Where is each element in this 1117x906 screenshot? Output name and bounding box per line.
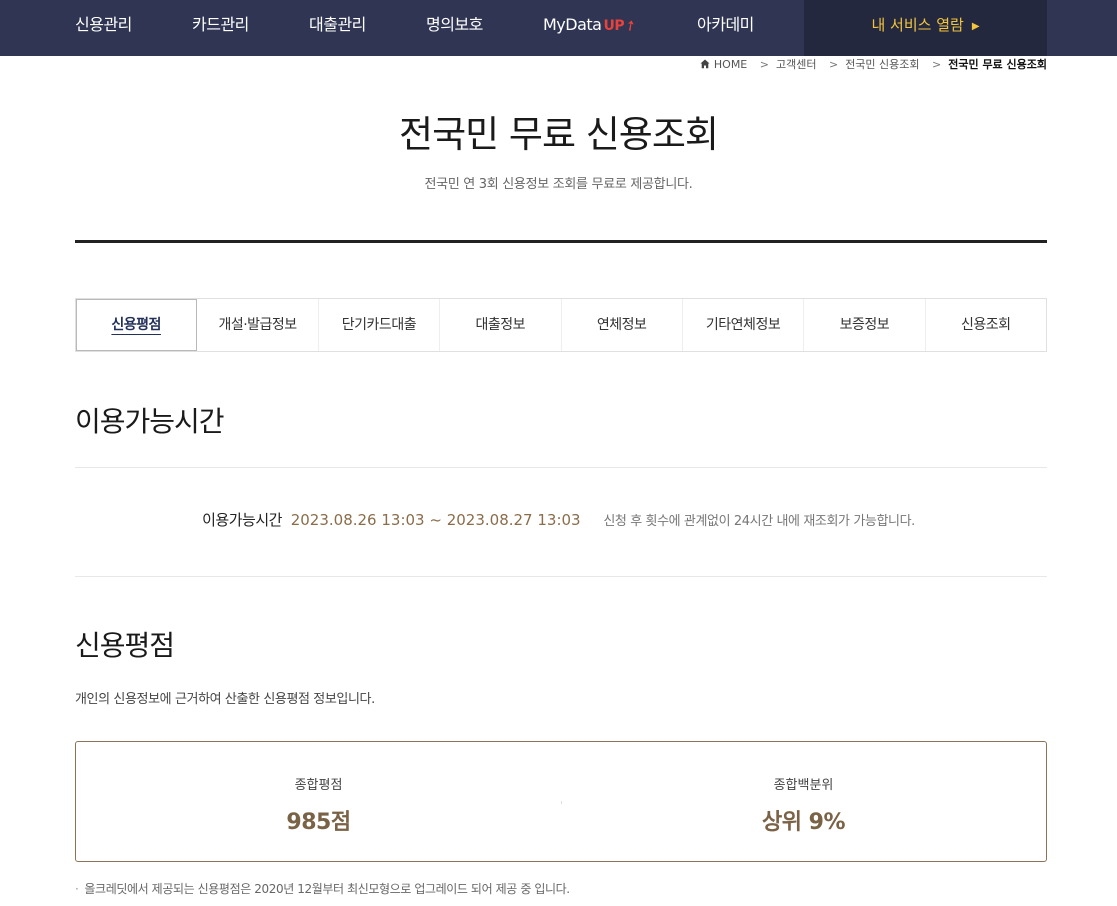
section-divider (75, 576, 1047, 577)
nav-card-management[interactable]: 카드관리 (192, 0, 249, 56)
credit-score-heading: 신용평점 (75, 629, 175, 662)
page-subtitle: 전국민 연 3회 신용정보 조회를 무료로 제공합니다. (424, 177, 693, 192)
caret-right-icon: ▶ (971, 21, 980, 32)
breadcrumb-customer-center[interactable]: 고객센터 (776, 58, 816, 71)
percentile-column: 종합백분위 상위 9% (561, 742, 1046, 861)
nav-credit-management[interactable]: 신용관리 (75, 0, 132, 56)
tab-account-issuance[interactable]: 개설·발급정보 (197, 299, 319, 351)
availability-note: 신청 후 횟수에 관계없이 24시간 내에 재조회가 가능합니다. (603, 514, 915, 529)
breadcrumb-credit-check[interactable]: 전국민 신용조회 (845, 58, 919, 71)
credit-score-footnote: · 올크레딧에서 제공되는 신용평점은 2020년 12월부터 최신모형으로 업그… (75, 882, 570, 896)
top-navigation-bar: 신용관리 카드관리 대출관리 명의보호 MyData UP➚ 아카데미 내 서비스… (0, 0, 1117, 56)
my-service-button[interactable]: 내 서비스 열람 ▶ (804, 0, 1047, 56)
nav-identity-protection[interactable]: 명의보호 (426, 0, 483, 56)
total-score-label: 종합평점 (294, 778, 343, 793)
nav-academy[interactable]: 아카데미 (697, 0, 754, 56)
availability-time-range: 2023.08.26 13:03 ~ 2023.08.27 13:03 (290, 511, 581, 529)
home-icon (700, 59, 710, 69)
tab-guarantee-info[interactable]: 보증정보 (804, 299, 926, 351)
availability-label: 이용가능시간 (202, 511, 282, 529)
tab-credit-inquiry[interactable]: 신용조회 (926, 299, 1046, 351)
breadcrumb-home[interactable]: HOME (714, 58, 747, 71)
availability-heading: 이용가능시간 (75, 405, 225, 438)
total-score-column: 종합평점 985점 (76, 742, 561, 861)
breadcrumb-separator-icon: > (759, 58, 769, 71)
breadcrumb-separator-icon: > (828, 58, 839, 71)
bullet-icon: · (75, 882, 79, 896)
nav-mydata[interactable]: MyData UP➚ (543, 0, 640, 56)
tab-short-term-card-loan[interactable]: 단기카드대출 (319, 299, 441, 351)
credit-score-summary-box: 종합평점 985점 종합백분위 상위 9% (75, 741, 1047, 862)
tab-loan-info[interactable]: 대출정보 (440, 299, 562, 351)
total-score-value: 985점 (286, 810, 351, 835)
credit-score-description: 개인의 신용정보에 근거하여 산출한 신용평점 정보입니다. (75, 692, 375, 707)
breadcrumb: HOME > 고객센터 > 전국민 신용조회 > 전국민 무료 신용조회 (700, 57, 1047, 73)
percentile-label: 종합백분위 (773, 778, 834, 793)
info-tabs: 신용평점 개설·발급정보 단기카드대출 대출정보 연체정보 기타연체정보 보증정… (75, 298, 1047, 352)
breadcrumb-current: 전국민 무료 신용조회 (948, 58, 1047, 71)
nav-loan-management[interactable]: 대출관리 (309, 0, 366, 56)
tab-credit-score[interactable]: 신용평점 (76, 299, 198, 351)
breadcrumb-separator-icon: > (932, 58, 942, 71)
my-service-label: 내 서비스 열람 (871, 16, 964, 34)
tab-other-delinquency-info[interactable]: 기타연체정보 (683, 299, 805, 351)
section-divider (75, 467, 1047, 468)
mydata-label: MyData (543, 15, 602, 34)
mydata-up-badge: UP➚ (603, 16, 639, 36)
tab-delinquency-info[interactable]: 연체정보 (562, 299, 683, 351)
availability-row: 이용가능시간 2023.08.26 13:03 ~ 2023.08.27 13:… (0, 509, 1117, 530)
title-divider (75, 240, 1047, 243)
percentile-value: 상위 9% (762, 810, 846, 835)
page-title: 전국민 무료 신용조회 (399, 113, 719, 156)
